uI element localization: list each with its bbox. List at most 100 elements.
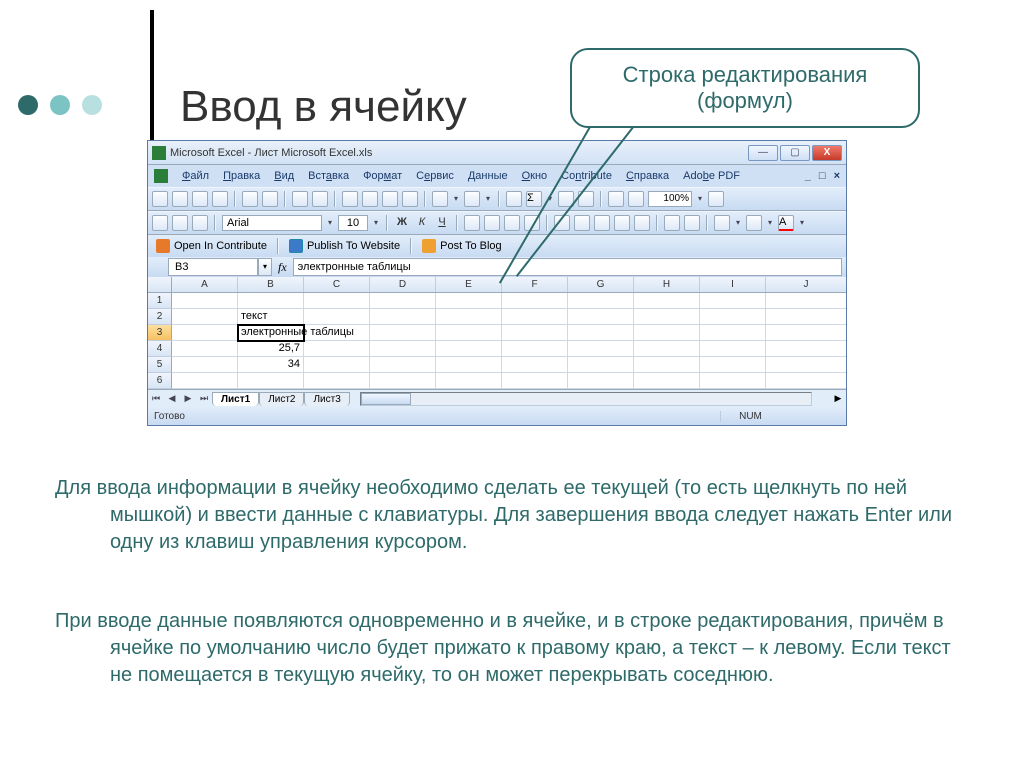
menu-window[interactable]: Окно: [516, 168, 554, 184]
increase-decimal-icon[interactable]: [614, 215, 630, 231]
name-box-dropdown[interactable]: ▾: [258, 258, 272, 276]
publish-to-website-button[interactable]: Publish To Website: [285, 238, 404, 254]
format-painter-icon[interactable]: [402, 191, 418, 207]
cell[interactable]: [502, 357, 568, 373]
cell-B5[interactable]: 34: [238, 357, 304, 373]
cell[interactable]: [634, 357, 700, 373]
doc-restore[interactable]: □: [819, 170, 826, 182]
cell[interactable]: [436, 325, 502, 341]
cell[interactable]: [568, 373, 634, 389]
menu-file[interactable]: Файл: [176, 168, 215, 184]
column-header[interactable]: B: [238, 277, 304, 292]
cell[interactable]: [172, 341, 238, 357]
cell-B2[interactable]: текст: [238, 309, 304, 325]
cell[interactable]: [568, 341, 634, 357]
cell[interactable]: [370, 373, 436, 389]
cell[interactable]: [370, 309, 436, 325]
cell[interactable]: [502, 341, 568, 357]
pdf-icon[interactable]: [192, 215, 208, 231]
first-sheet-icon[interactable]: ⏮: [148, 393, 164, 404]
cell[interactable]: [766, 309, 846, 325]
last-sheet-icon[interactable]: ⏭: [196, 393, 212, 404]
cell[interactable]: [502, 325, 568, 341]
bold-button[interactable]: Ж: [394, 215, 410, 231]
cell[interactable]: [634, 309, 700, 325]
paste-icon[interactable]: [382, 191, 398, 207]
increase-indent-icon[interactable]: [684, 215, 700, 231]
cell[interactable]: [502, 373, 568, 389]
minimize-button[interactable]: —: [748, 145, 778, 161]
save-icon[interactable]: [192, 191, 208, 207]
zoom-input[interactable]: 100%: [648, 191, 692, 207]
cell[interactable]: [172, 373, 238, 389]
new-icon[interactable]: [152, 191, 168, 207]
row-header[interactable]: 3: [148, 325, 172, 341]
scroll-right-icon[interactable]: ▶: [830, 393, 846, 404]
cell[interactable]: [766, 341, 846, 357]
cell[interactable]: [700, 373, 766, 389]
cell[interactable]: [568, 325, 634, 341]
italic-button[interactable]: К: [414, 215, 430, 231]
research-icon[interactable]: [312, 191, 328, 207]
column-header[interactable]: H: [634, 277, 700, 292]
cell[interactable]: [700, 357, 766, 373]
open-in-contribute-button[interactable]: Open In Contribute: [152, 238, 271, 254]
maximize-button[interactable]: ▢: [780, 145, 810, 161]
fx-label[interactable]: fx: [272, 260, 293, 275]
cell[interactable]: [700, 293, 766, 309]
formula-input[interactable]: электронные таблицы: [293, 258, 842, 276]
cell[interactable]: [634, 293, 700, 309]
name-box[interactable]: B3: [168, 258, 258, 276]
next-sheet-icon[interactable]: ▶: [180, 393, 196, 404]
fill-color-icon[interactable]: [746, 215, 762, 231]
help-icon[interactable]: [708, 191, 724, 207]
doc-close[interactable]: ×: [834, 170, 840, 182]
pdf-icon[interactable]: [152, 215, 168, 231]
row-header[interactable]: 5: [148, 357, 172, 373]
column-header[interactable]: A: [172, 277, 238, 292]
font-color-icon[interactable]: A: [778, 215, 794, 231]
cell[interactable]: [700, 309, 766, 325]
redo-icon[interactable]: [464, 191, 480, 207]
cell[interactable]: [304, 373, 370, 389]
undo-icon[interactable]: [432, 191, 448, 207]
cell[interactable]: [568, 357, 634, 373]
menu-format[interactable]: Формат: [357, 168, 408, 184]
cell[interactable]: [172, 357, 238, 373]
cell[interactable]: [766, 293, 846, 309]
sheet-tab[interactable]: Лист2: [259, 392, 304, 406]
horizontal-scrollbar[interactable]: [360, 392, 812, 406]
chart-icon[interactable]: [608, 191, 624, 207]
open-icon[interactable]: [172, 191, 188, 207]
hyperlink-icon[interactable]: [506, 191, 522, 207]
cell[interactable]: [172, 293, 238, 309]
cut-icon[interactable]: [342, 191, 358, 207]
cell[interactable]: [436, 309, 502, 325]
cell[interactable]: [370, 325, 436, 341]
cell[interactable]: [436, 373, 502, 389]
menu-insert[interactable]: Вставка: [302, 168, 355, 184]
menu-tools[interactable]: Сервис: [410, 168, 460, 184]
post-to-blog-button[interactable]: Post To Blog: [418, 238, 506, 254]
column-header[interactable]: G: [568, 277, 634, 292]
menu-data[interactable]: Данные: [462, 168, 514, 184]
cell[interactable]: [766, 325, 846, 341]
cell[interactable]: [238, 293, 304, 309]
row-header[interactable]: 4: [148, 341, 172, 357]
cell[interactable]: [568, 309, 634, 325]
row-header[interactable]: 6: [148, 373, 172, 389]
cell-B4[interactable]: 25,7: [238, 341, 304, 357]
align-right-icon[interactable]: [504, 215, 520, 231]
sheet-tab[interactable]: Лист1: [212, 392, 259, 406]
cell[interactable]: [766, 357, 846, 373]
cell[interactable]: [502, 309, 568, 325]
column-header[interactable]: J: [766, 277, 846, 292]
underline-button[interactable]: Ч: [434, 215, 450, 231]
cell[interactable]: [172, 325, 238, 341]
cell[interactable]: [634, 325, 700, 341]
close-button[interactable]: X: [812, 145, 842, 161]
borders-icon[interactable]: [714, 215, 730, 231]
permission-icon[interactable]: [212, 191, 228, 207]
sheet-tab[interactable]: Лист3: [304, 392, 349, 406]
drawing-icon[interactable]: [628, 191, 644, 207]
